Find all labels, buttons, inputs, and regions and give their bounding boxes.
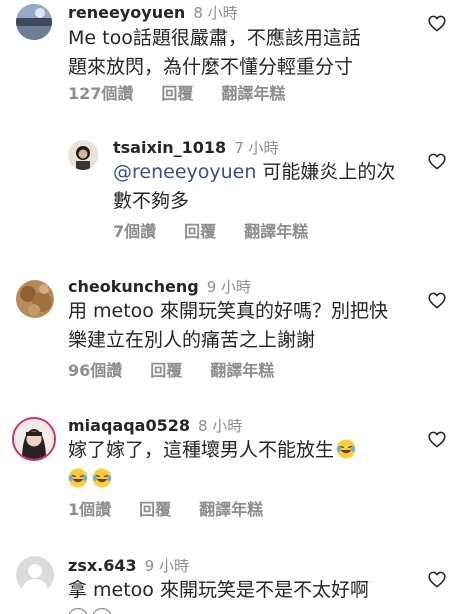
translate-button[interactable]: 翻譯年糕 [199, 500, 263, 520]
likes-count[interactable]: 7個讚 [113, 222, 156, 242]
comment-header: cheokuncheng 9 小時 [68, 277, 251, 297]
comment-header: zsx.643 9 小時 [68, 556, 189, 576]
avatar[interactable] [16, 556, 54, 594]
username[interactable]: zsx.643 [68, 556, 137, 575]
heart-outline-icon[interactable] [428, 153, 446, 170]
comment-header: miaqaqa0528 8 小時 [68, 416, 242, 436]
avatar[interactable] [12, 417, 56, 461]
comment-line: 數不夠多 [113, 190, 190, 212]
comment-header: tsaixin_1018 7 小時 [113, 138, 279, 158]
comment-header: reneeyoyuen 8 小時 [68, 3, 238, 23]
heart-outline-icon[interactable] [428, 571, 446, 588]
laughing-crying-emoji-icon [336, 439, 356, 459]
translate-button[interactable]: 翻譯年糕 [244, 222, 308, 242]
reply-button[interactable]: 回覆 [161, 84, 193, 104]
likes-count[interactable]: 96個讚 [68, 361, 122, 381]
timestamp: 8 小時 [193, 4, 238, 22]
username[interactable]: miaqaqa0528 [68, 416, 190, 435]
comment-line [68, 465, 360, 494]
laughing-crying-emoji-icon [92, 608, 112, 614]
comment-line [68, 605, 369, 614]
comment-line: 樂建立在別人的痛苦之上謝謝 [68, 329, 316, 351]
translate-button[interactable]: 翻譯年糕 [210, 361, 274, 381]
username[interactable]: reneeyoyuen [68, 3, 185, 22]
comment-line: Me too話題很嚴肅，不應該用這話 [68, 27, 361, 49]
mention-link[interactable]: @reneeyoyuen [113, 161, 256, 183]
comment-actions: 1個讚 回覆 翻譯年糕 [68, 500, 263, 520]
laughing-crying-emoji-icon [92, 468, 112, 488]
comment-actions: 7個讚 回覆 翻譯年糕 [113, 222, 308, 242]
laughing-crying-emoji-icon [68, 608, 88, 614]
timestamp: 9 小時 [206, 278, 252, 296]
heart-outline-icon[interactable] [428, 431, 446, 448]
avatar[interactable] [16, 280, 54, 318]
comment-line: @reneeyoyuen 可能嫌炎上的次 [113, 158, 395, 187]
comment-actions: 127個讚 回覆 翻譯年糕 [68, 84, 285, 104]
timestamp: 7 小時 [234, 139, 279, 157]
laughing-crying-emoji-icon [68, 468, 88, 488]
likes-count[interactable]: 127個讚 [68, 84, 133, 104]
comment-line-text: 嫁了嫁了，這種壞男人不能放生 [68, 439, 335, 461]
comment-text: 嫁了嫁了，這種壞男人不能放生 [68, 436, 360, 494]
comment-line: 拿 metoo 來開玩笑是不是不太好啊 [68, 579, 369, 601]
avatar[interactable] [68, 140, 98, 170]
likes-count[interactable]: 1個讚 [68, 500, 111, 520]
comment-text: 用 metoo 來開玩笑真的好嗎？別把快 樂建立在別人的痛苦之上謝謝 [68, 297, 388, 355]
reply-button[interactable]: 回覆 [184, 222, 216, 242]
comment-actions: 96個讚 回覆 翻譯年糕 [68, 361, 274, 381]
comment-line: 嫁了嫁了，這種壞男人不能放生 [68, 436, 360, 465]
avatar[interactable] [16, 4, 52, 40]
comment-text: @reneeyoyuen 可能嫌炎上的次 數不夠多 [113, 158, 395, 216]
heart-outline-icon[interactable] [428, 15, 446, 32]
reply-button[interactable]: 回覆 [150, 361, 182, 381]
comment-line: 題來放閃，為什麼不懂分輕重分寸 [68, 56, 354, 78]
translate-button[interactable]: 翻譯年糕 [221, 84, 285, 104]
username[interactable]: cheokuncheng [68, 277, 199, 296]
heart-outline-icon[interactable] [428, 292, 446, 309]
comment-text: 拿 metoo 來開玩笑是不是不太好啊 [68, 576, 369, 614]
comment-line-text: 可能嫌炎上的次 [256, 161, 396, 183]
timestamp: 9 小時 [144, 557, 189, 575]
comment-line: 用 metoo 來開玩笑真的好嗎？別把快 [68, 300, 388, 322]
timestamp: 8 小時 [197, 417, 243, 435]
comment-text: Me too話題很嚴肅，不應該用這話 題來放閃，為什麼不懂分輕重分寸 [68, 24, 361, 82]
reply-button[interactable]: 回覆 [139, 500, 171, 520]
username[interactable]: tsaixin_1018 [113, 138, 226, 157]
